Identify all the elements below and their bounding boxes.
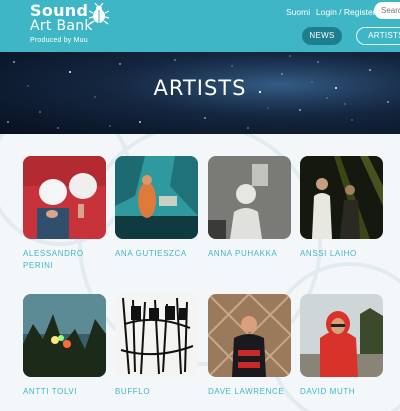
login-register-link[interactable]: Login / Register <box>316 7 376 17</box>
artist-photo[interactable] <box>300 156 383 239</box>
artist-card[interactable]: ANSSI LAIHO <box>300 156 383 260</box>
hero-banner: ARTISTS <box>0 52 400 134</box>
artist-name[interactable]: BUFFLO <box>115 386 198 398</box>
logo-tagline: Produced by Muu <box>30 37 88 44</box>
artist-card[interactable]: ANNA PUHAKKA <box>208 156 291 260</box>
beetle-icon <box>88 3 110 25</box>
artist-name[interactable]: ANSSI LAIHO <box>300 248 383 260</box>
artist-photo[interactable] <box>23 156 106 239</box>
artist-name[interactable]: ANTTI TOLVI <box>23 386 106 398</box>
artist-card[interactable]: BUFFLO <box>115 294 198 398</box>
search-input[interactable] <box>374 2 400 19</box>
artist-card[interactable]: DAVID MUTH <box>300 294 383 398</box>
artist-name[interactable]: DAVID MUTH <box>300 386 383 398</box>
artist-card[interactable]: DAVE LAWRENCE <box>208 294 291 398</box>
artist-name[interactable]: DAVE LAWRENCE <box>208 386 291 398</box>
artist-name[interactable]: ANA GUTIESZCA <box>115 248 198 260</box>
logo-line-2: Art Bank <box>30 18 93 34</box>
logo-line-1: Sound <box>30 1 89 20</box>
artist-card[interactable]: ALESSANDRO PERINI <box>23 156 106 272</box>
artist-photo[interactable] <box>115 294 198 377</box>
artist-photo[interactable] <box>115 156 198 239</box>
artist-grid: ALESSANDRO PERINI ANA GUTIESZCA ANNA PUH… <box>0 134 400 411</box>
artist-photo[interactable] <box>23 294 106 377</box>
artist-photo[interactable] <box>208 156 291 239</box>
artist-photo[interactable] <box>300 294 383 377</box>
artist-name[interactable]: ALESSANDRO PERINI <box>23 248 106 272</box>
nav-artists-button[interactable]: ARTISTS <box>356 27 400 45</box>
site-logo[interactable]: Sound Art Bank Produced by Muu <box>30 1 93 45</box>
artist-card[interactable]: ANA GUTIESZCA <box>115 156 198 260</box>
page: Sound Art Bank Produced by Muu Suomi Log… <box>0 0 400 411</box>
artist-card[interactable]: ANTTI TOLVI <box>23 294 106 398</box>
artist-photo[interactable] <box>208 294 291 377</box>
page-title: ARTISTS <box>153 76 247 100</box>
language-link[interactable]: Suomi <box>286 7 310 17</box>
nav-news-button[interactable]: NEWS <box>302 27 342 45</box>
site-header: Sound Art Bank Produced by Muu Suomi Log… <box>0 0 400 52</box>
artist-name[interactable]: ANNA PUHAKKA <box>208 248 291 260</box>
